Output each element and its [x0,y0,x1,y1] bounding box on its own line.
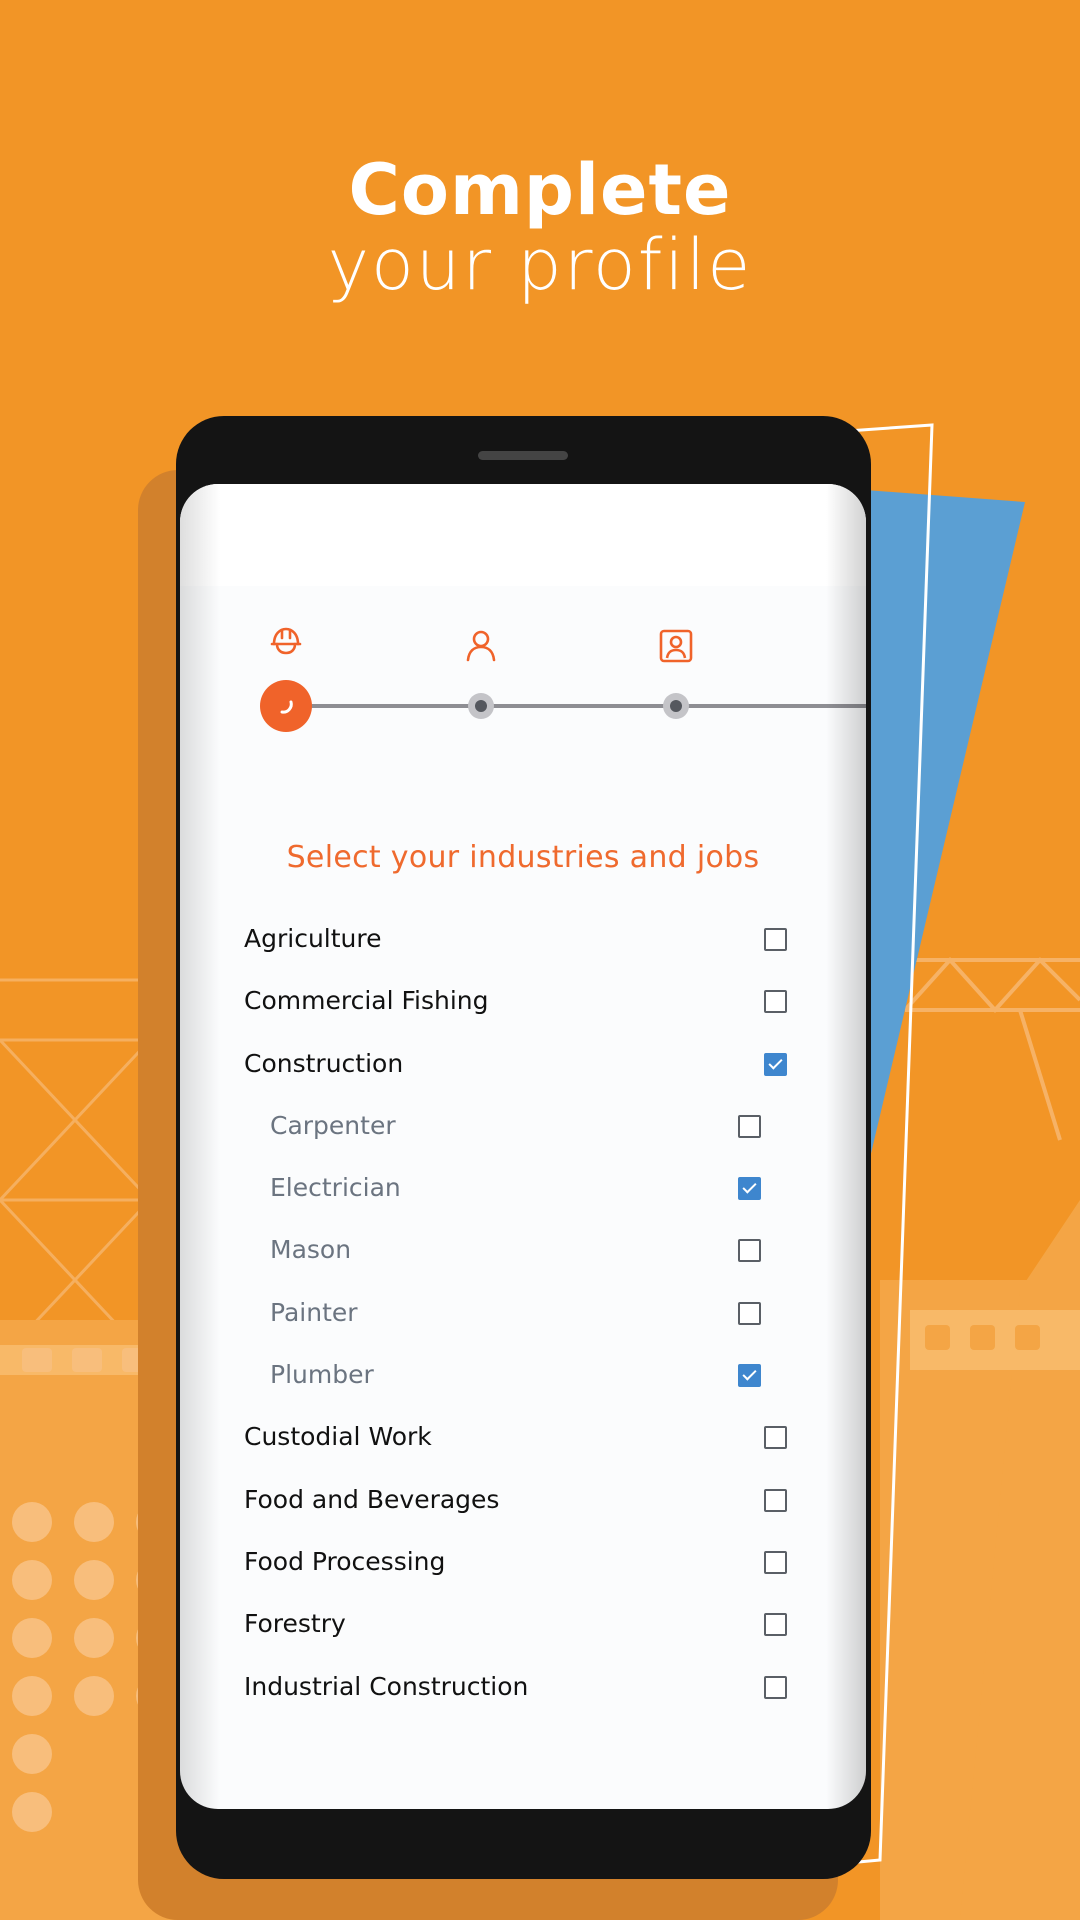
job-item[interactable]: Mason [180,1223,866,1285]
job-item[interactable]: Plumber [180,1348,866,1410]
app-screen: Select your industries and jobs Agricult… [180,484,866,1809]
industry-checkbox[interactable] [764,1550,787,1574]
job-label: Mason [270,1235,352,1265]
industry-checkbox[interactable] [764,1613,787,1637]
section-title: Select your industries and jobs [286,840,760,875]
industry-label: Industrial Construction [244,1671,529,1701]
industry-item[interactable]: Forestry [180,1597,866,1659]
job-checkbox[interactable] [738,1239,761,1263]
industry-item[interactable]: Food Processing [180,1535,866,1597]
job-label: Electrician [270,1173,401,1203]
screen-header [180,484,866,586]
job-checkbox[interactable] [738,1301,761,1325]
industry-checkbox[interactable] [764,1488,787,1512]
industry-item[interactable]: Commercial Fishing [180,974,866,1036]
industry-label: Custodial Work [244,1422,432,1452]
industry-label: Agriculture [244,924,382,953]
phone-speaker [478,451,568,460]
industry-label: Food Processing [244,1546,446,1576]
stepper-step-active[interactable] [260,680,312,732]
industry-label: Food and Beverages [244,1484,500,1514]
job-label: Painter [270,1297,358,1327]
job-checkbox[interactable] [738,1114,761,1138]
job-checkbox[interactable] [738,1177,761,1201]
industry-label: Construction [244,1048,404,1078]
phone-mockup: Select your industries and jobs Agricult… [176,416,871,1879]
industry-item[interactable]: Industrial Construction [180,1660,866,1722]
industry-item[interactable]: Food and Beverages [180,1473,866,1535]
person-icon [466,630,496,662]
job-item[interactable]: Painter [180,1286,866,1348]
id-card-icon [659,629,693,663]
screen-edge-right [826,484,866,1809]
job-item[interactable]: Electrician [180,1161,866,1223]
headline: Complete your profile [0,150,1080,300]
headline-bold: Complete [348,149,732,231]
industry-job-list: Agriculture Commercial Fishing Constructio… [180,912,866,1722]
industry-label: Forestry [244,1609,346,1639]
job-item[interactable]: Carpenter [180,1099,866,1161]
stepper-step-2[interactable] [468,693,494,719]
industry-checkbox[interactable] [764,990,787,1014]
job-checkbox[interactable] [738,1364,761,1388]
screen-edge-left [180,484,220,1809]
industry-checkbox[interactable] [764,1426,787,1450]
headline-light: your profile [327,224,753,306]
stepper-step-3[interactable] [663,693,689,719]
loading-spinner-icon [280,700,293,714]
industry-item[interactable]: Custodial Work [180,1410,866,1472]
industry-checkbox[interactable] [764,928,787,951]
industry-item[interactable]: Construction [180,1037,866,1099]
industry-checkbox[interactable] [764,1052,787,1076]
job-label: Carpenter [270,1110,396,1140]
job-label: Plumber [270,1360,374,1390]
stepper-track [286,704,866,708]
industry-label: Commercial Fishing [244,986,489,1016]
industry-checkbox[interactable] [764,1675,787,1699]
industry-item[interactable]: Agriculture [180,912,866,974]
hardhat-icon [270,627,302,655]
